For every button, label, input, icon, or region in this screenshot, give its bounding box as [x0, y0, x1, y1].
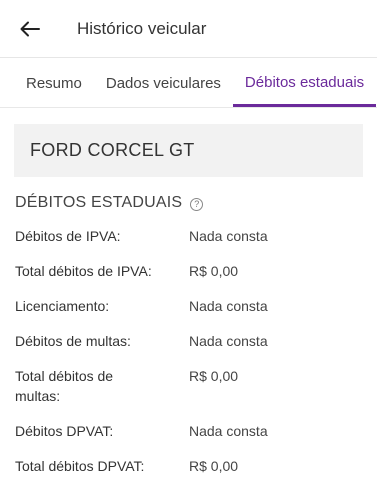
row-value: R$ 0,00: [189, 368, 239, 384]
row-value: R$ 0,00: [189, 458, 239, 474]
row-value: Nada consta: [189, 298, 268, 314]
section-title: DÉBITOS ESTADUAIS: [15, 194, 183, 211]
debits-list: Débitos de IPVA: Nada consta Total débit…: [0, 226, 377, 476]
page-title: Histórico veicular: [77, 18, 207, 38]
row-label: Débitos de multas:: [15, 333, 131, 349]
list-item: Débitos de multas: Nada consta: [0, 331, 377, 351]
row-label: Total débitos DPVAT:: [15, 458, 145, 474]
list-item: Total débitos de IPVA: R$ 0,00: [0, 261, 377, 281]
row-label: Débitos DPVAT:: [15, 423, 114, 439]
list-item: Total débitos de multas: R$ 0,00: [0, 366, 377, 406]
list-item: Débitos de IPVA: Nada consta: [0, 226, 377, 246]
row-label: Total débitos de multas:: [15, 368, 114, 404]
tab-bar: Resumo Dados veiculares Débitos estaduai…: [0, 58, 377, 108]
list-item: Total débitos DPVAT: R$ 0,00: [0, 456, 377, 476]
row-value: Nada consta: [189, 333, 268, 349]
tab-dados-veiculares[interactable]: Dados veiculares: [94, 59, 233, 107]
vehicle-name-card: FORD CORCEL GT: [14, 124, 363, 177]
tab-resumo[interactable]: Resumo: [0, 59, 94, 107]
row-label: Débitos de IPVA:: [15, 228, 121, 244]
row-label: Licenciamento:: [15, 298, 110, 314]
help-icon[interactable]: ?: [190, 197, 204, 211]
row-label: Total débitos de IPVA:: [15, 263, 152, 279]
list-item: Débitos DPVAT: Nada consta: [0, 421, 377, 441]
app-header: Histórico veicular: [0, 0, 377, 58]
back-button[interactable]: [0, 0, 64, 58]
vehicle-name: FORD CORCEL GT: [30, 140, 195, 160]
row-value: Nada consta: [189, 423, 268, 439]
tab-debitos-estaduais[interactable]: Débitos estaduais: [232, 57, 377, 107]
row-value: Nada consta: [189, 228, 268, 244]
row-value: R$ 0,00: [189, 263, 239, 279]
arrow-left-icon: [20, 21, 40, 36]
list-item: Licenciamento: Nada consta: [0, 296, 377, 316]
section-header: DÉBITOS ESTADUAIS ?: [15, 194, 377, 212]
